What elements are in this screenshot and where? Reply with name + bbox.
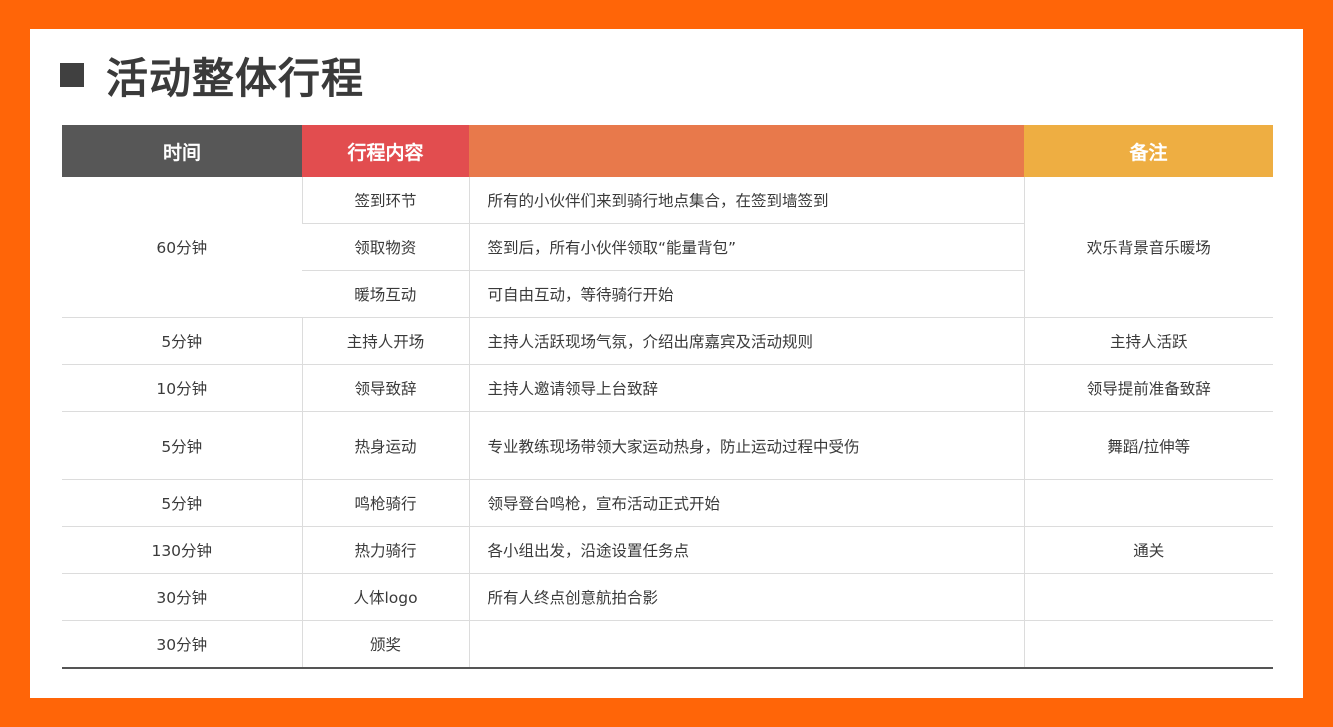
table-row: 30分钟 颁奖 xyxy=(62,620,1273,669)
table-row: 60分钟 签到环节 所有的小伙伴们来到骑行地点集合，在签到墙签到 欢乐背景音乐暖… xyxy=(62,177,1273,318)
cell-description: 领导登台鸣枪，宣布活动正式开始 xyxy=(468,479,1024,527)
cell-item: 领导致辞 xyxy=(301,364,469,412)
header-description xyxy=(469,125,1024,177)
cell-description: 可自由互动，等待骑行开始 xyxy=(468,270,1024,318)
title-bullet-square xyxy=(60,63,84,87)
cell-item: 主持人开场 xyxy=(301,317,469,365)
header-note: 备注 xyxy=(1024,125,1273,177)
cell-item: 暖场互动 xyxy=(302,270,469,318)
cell-description: 所有人终点创意航拍合影 xyxy=(468,573,1024,621)
header-time: 时间 xyxy=(62,125,302,177)
page-title: 活动整体行程 xyxy=(106,53,365,103)
cell-note: 主持人活跃 xyxy=(1023,317,1273,365)
cell-time: 30分钟 xyxy=(62,620,302,669)
cell-note: 领导提前准备致辞 xyxy=(1023,364,1273,412)
cell-description: 专业教练现场带领大家运动热身，防止运动过程中受伤 xyxy=(468,411,1024,480)
cell-description: 各小组出发，沿途设置任务点 xyxy=(468,526,1024,574)
cell-description: 主持人邀请领导上台致辞 xyxy=(468,364,1024,412)
cell-time: 5分钟 xyxy=(62,479,302,527)
cell-note: 欢乐背景音乐暖场 xyxy=(1023,177,1273,318)
slide-card: 活动整体行程 时间 行程内容 备注 60分钟 签到环节 所有的小伙伴们来到骑行地… xyxy=(30,29,1303,698)
cell-item: 鸣枪骑行 xyxy=(301,479,469,527)
cell-item: 热身运动 xyxy=(301,411,469,480)
table-row: 5分钟 主持人开场 主持人活跃现场气氛，介绍出席嘉宾及活动规则 主持人活跃 xyxy=(62,317,1273,365)
cell-description: 主持人活跃现场气氛，介绍出席嘉宾及活动规则 xyxy=(468,317,1024,365)
table-row: 30分钟 人体logo 所有人终点创意航拍合影 xyxy=(62,573,1273,621)
cell-description: 所有的小伙伴们来到骑行地点集合，在签到墙签到 xyxy=(468,177,1024,224)
cell-time: 30分钟 xyxy=(62,573,302,621)
table-row: 130分钟 热力骑行 各小组出发，沿途设置任务点 通关 xyxy=(62,526,1273,574)
header-item: 行程内容 xyxy=(302,125,469,177)
cell-note xyxy=(1023,573,1273,621)
cell-description: 签到后，所有小伙伴领取“能量背包” xyxy=(468,223,1024,271)
cell-item: 颁奖 xyxy=(301,620,469,669)
cell-time: 5分钟 xyxy=(62,317,302,365)
title-row: 活动整体行程 xyxy=(60,49,364,103)
table-row: 5分钟 鸣枪骑行 领导登台鸣枪，宣布活动正式开始 xyxy=(62,479,1273,527)
schedule-table: 时间 行程内容 备注 60分钟 签到环节 所有的小伙伴们来到骑行地点集合，在签到… xyxy=(62,125,1273,669)
table-row: 10分钟 领导致辞 主持人邀请领导上台致辞 领导提前准备致辞 xyxy=(62,364,1273,412)
cell-item: 签到环节 xyxy=(301,177,469,224)
cell-note: 通关 xyxy=(1023,526,1273,574)
cell-description xyxy=(468,620,1024,669)
table-row: 5分钟 热身运动 专业教练现场带领大家运动热身，防止运动过程中受伤 舞蹈/拉伸等 xyxy=(62,411,1273,480)
cell-time: 60分钟 xyxy=(62,177,302,318)
cell-item: 领取物资 xyxy=(302,223,469,271)
cell-time: 130分钟 xyxy=(62,526,302,574)
cell-time: 5分钟 xyxy=(62,411,302,480)
cell-time: 10分钟 xyxy=(62,364,302,412)
cell-note xyxy=(1023,620,1273,669)
cell-note xyxy=(1023,479,1273,527)
table-header-row: 时间 行程内容 备注 xyxy=(62,125,1273,177)
cell-note: 舞蹈/拉伸等 xyxy=(1023,411,1273,480)
cell-item: 热力骑行 xyxy=(301,526,469,574)
cell-item: 人体logo xyxy=(301,573,469,621)
